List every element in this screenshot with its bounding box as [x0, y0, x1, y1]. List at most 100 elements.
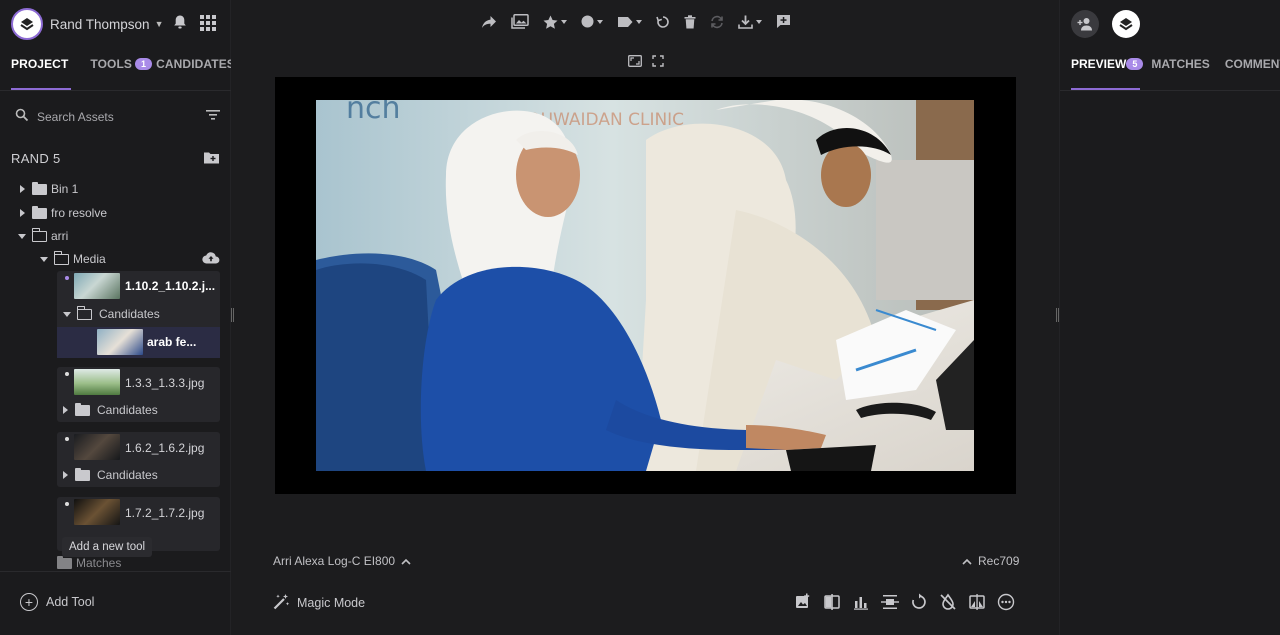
folder-icon — [75, 467, 90, 481]
gallery-icon[interactable] — [511, 14, 529, 29]
reset-icon[interactable] — [656, 15, 670, 29]
tools-count-badge: 1 — [135, 58, 153, 70]
aspect-ratio-icon[interactable] — [628, 55, 642, 70]
asset-name: 1.7.2_1.7.2.jpg — [125, 506, 205, 520]
magic-wand-icon — [273, 593, 290, 613]
right-panel: PREVIEW5 MATCHES COMMENTS — [1059, 0, 1280, 635]
user-name: Rand Thompson — [50, 16, 150, 32]
candidate-name: arab fe... — [147, 335, 197, 349]
svg-text:nch: nch — [346, 100, 401, 126]
preview-count-badge: 5 — [1126, 58, 1144, 70]
status-dot — [65, 276, 69, 280]
tab-tools[interactable]: TOOLS 1 — [90, 57, 156, 71]
viewer-area: nch AL DUWAIDAN CLINIC Arri Alexa Log-C … — [231, 0, 1059, 635]
left-sidebar: Rand Thompson ▼ PROJECT TOOLS 1 CANDIDATE… — [0, 0, 235, 635]
add-user-button[interactable] — [1071, 10, 1099, 38]
search-input[interactable]: Search Assets — [37, 110, 114, 124]
folder-open-icon — [76, 306, 92, 320]
asset-name: 1.3.3_1.3.3.jpg — [125, 376, 205, 390]
bell-icon[interactable] — [172, 14, 188, 33]
workspace-logo-icon[interactable] — [1112, 10, 1140, 38]
divider — [0, 571, 231, 572]
chevron-right-icon[interactable] — [63, 471, 68, 479]
color-label-dropdown[interactable] — [581, 15, 603, 28]
asset-thumbnail — [74, 434, 120, 460]
more-options-icon[interactable] — [997, 593, 1015, 614]
plus-circle-icon: + — [20, 593, 38, 611]
rotate-icon[interactable] — [910, 593, 928, 614]
share-icon[interactable] — [481, 15, 497, 29]
tree-item-fro-resolve[interactable]: fro resolve — [20, 205, 107, 220]
left-tabs: PROJECT TOOLS 1 CANDIDATES — [11, 57, 257, 71]
asset-thumbnail — [74, 499, 120, 525]
right-tabs: PREVIEW5 MATCHES COMMENTS — [1071, 57, 1280, 71]
tree-item-bin1[interactable]: Bin 1 — [20, 181, 78, 196]
candidates-folder[interactable]: Candidates — [63, 467, 158, 482]
chevron-right-icon[interactable] — [63, 406, 68, 414]
flip-icon[interactable] — [968, 593, 986, 614]
tree-item-arri[interactable]: arri — [18, 228, 68, 243]
candidates-folder[interactable]: Candidates — [63, 402, 158, 417]
asset-name: 1.10.2_1.10.2.j... — [125, 279, 216, 293]
chevron-right-icon[interactable] — [20, 209, 25, 217]
chevron-down-icon[interactable] — [63, 311, 71, 317]
tooltip: Add a new tool — [62, 537, 153, 557]
asset-card[interactable]: 1.3.3_1.3.3.jpg Candidates — [57, 367, 220, 422]
asset-card[interactable]: 1.6.2_1.6.2.jpg Candidates — [57, 432, 220, 487]
image-viewer[interactable]: nch AL DUWAIDAN CLINIC — [275, 77, 1016, 494]
chevron-down-icon[interactable] — [40, 256, 48, 262]
status-dot — [65, 437, 69, 441]
project-title: RAND 5 — [11, 151, 61, 166]
refresh-icon[interactable] — [710, 15, 724, 29]
folder-icon — [32, 205, 47, 219]
chevron-up-icon — [962, 554, 972, 568]
asset-card[interactable]: 1.10.2_1.10.2.j... Candidates arab fe... — [57, 271, 220, 358]
trash-icon[interactable] — [684, 14, 696, 29]
filter-icon[interactable] — [206, 109, 220, 123]
chevron-down-icon[interactable] — [18, 233, 26, 239]
folder-open-icon — [31, 228, 47, 242]
compare-split-icon[interactable] — [823, 593, 841, 614]
status-dot — [65, 372, 69, 376]
tab-preview[interactable]: PREVIEW 5 — [1071, 57, 1147, 71]
cloud-upload-icon[interactable] — [202, 251, 220, 267]
fullscreen-icon[interactable] — [652, 55, 664, 70]
left-resize-handle[interactable] — [231, 308, 234, 322]
tree-item-media[interactable]: Media — [40, 251, 106, 266]
status-dot — [65, 502, 69, 506]
tab-matches[interactable]: MATCHES — [1151, 57, 1209, 71]
chevron-down-icon: ▼ — [154, 19, 164, 29]
app-logo-icon — [11, 8, 43, 40]
tag-dropdown[interactable] — [617, 16, 642, 28]
rating-star-dropdown[interactable] — [543, 15, 567, 29]
viewer-bottom-tools — [794, 593, 1015, 614]
user-menu[interactable]: Rand Thompson ▼ — [11, 8, 163, 40]
tab-comments[interactable]: COMMENTS — [1225, 57, 1280, 71]
tree-item-matches[interactable]: Matches — [57, 555, 121, 570]
histogram-icon[interactable] — [852, 593, 870, 614]
tab-candidates[interactable]: CANDIDATES — [156, 57, 235, 71]
add-tool-button[interactable]: + Add Tool — [20, 593, 94, 611]
candidates-folder[interactable]: Candidates — [63, 306, 160, 321]
image-add-icon[interactable] — [794, 593, 812, 614]
search-assets[interactable]: Search Assets — [15, 108, 220, 125]
asset-thumbnail — [74, 273, 120, 299]
comment-add-icon[interactable] — [776, 14, 791, 29]
align-center-icon[interactable] — [881, 593, 899, 614]
apps-grid-icon[interactable] — [200, 15, 216, 34]
main-toolbar — [481, 14, 805, 29]
asset-name: 1.6.2_1.6.2.jpg — [125, 441, 205, 455]
input-colorspace-selector[interactable]: Arri Alexa Log-C EI800 — [273, 554, 411, 568]
divider — [1060, 90, 1280, 91]
chevron-right-icon[interactable] — [20, 185, 25, 193]
chevron-up-icon — [401, 554, 411, 568]
output-colorspace-selector[interactable]: Rec709 — [962, 554, 1019, 568]
folder-icon — [57, 555, 72, 569]
color-off-icon[interactable] — [939, 593, 957, 614]
magic-mode-button[interactable]: Magic Mode — [273, 593, 365, 613]
new-folder-icon[interactable] — [204, 151, 219, 167]
download-dropdown[interactable] — [738, 15, 762, 29]
tab-project[interactable]: PROJECT — [11, 57, 68, 71]
divider — [0, 90, 231, 91]
asset-thumbnail — [74, 369, 120, 395]
